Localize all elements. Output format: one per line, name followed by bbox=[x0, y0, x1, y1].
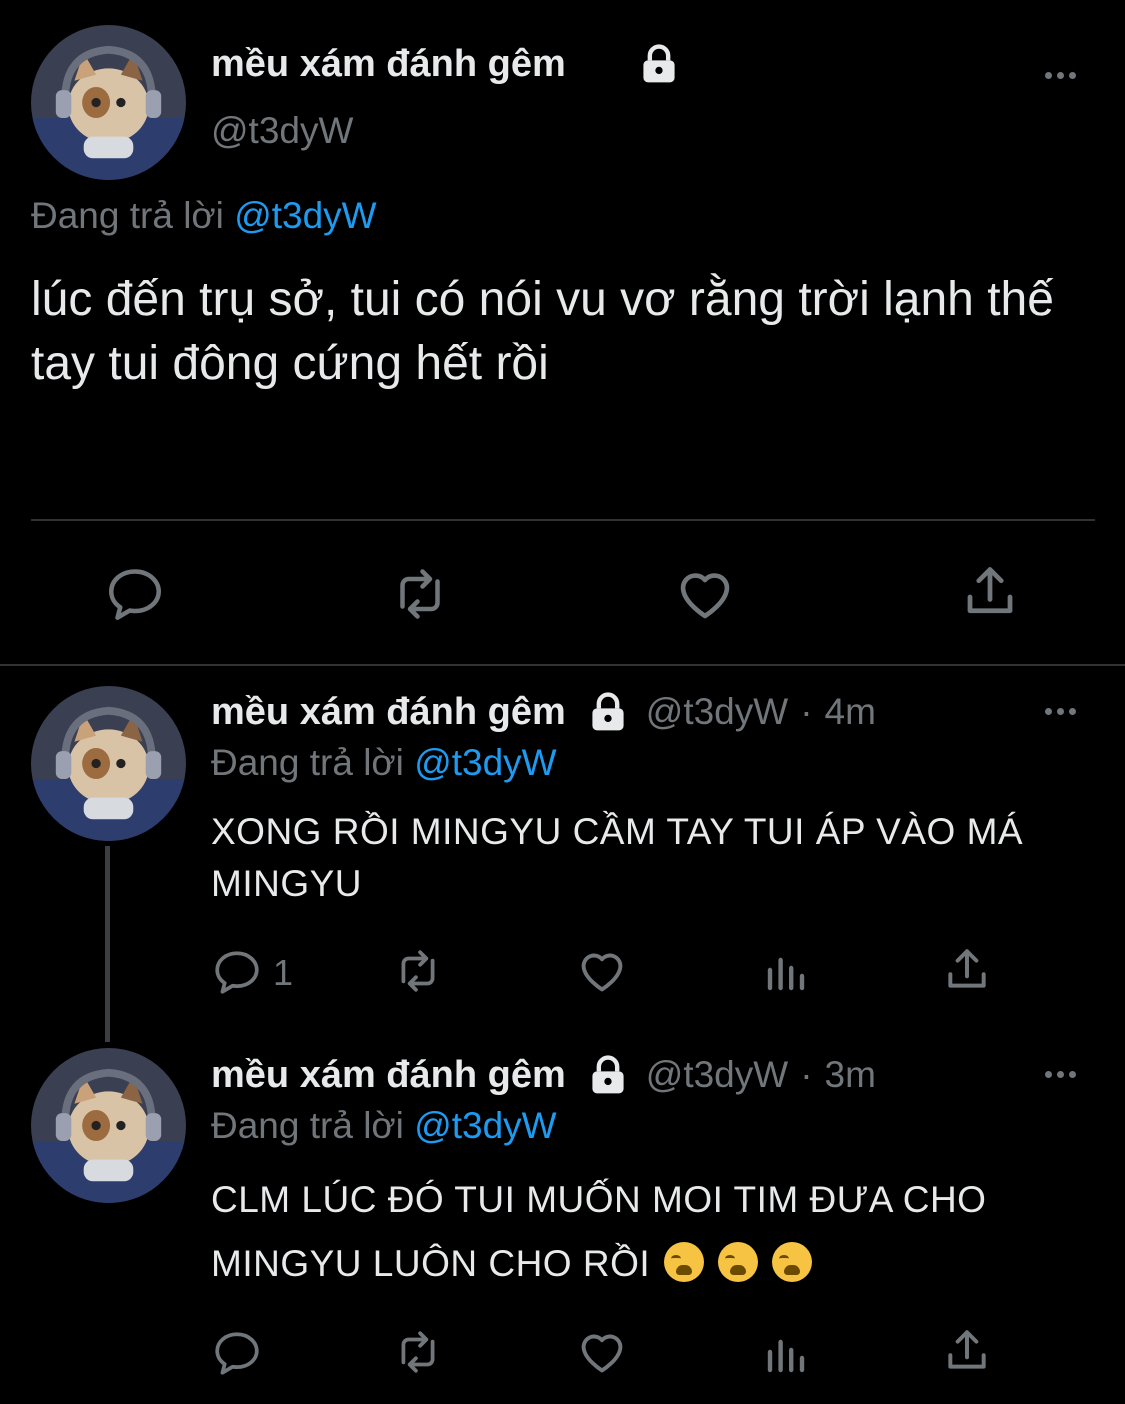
like-icon[interactable] bbox=[674, 563, 736, 625]
replying-label: Đang trả lời bbox=[31, 195, 224, 236]
replying-to-handle[interactable]: @t3dyW bbox=[414, 742, 556, 783]
avatar[interactable] bbox=[31, 25, 186, 180]
loudly-crying-emoji-icon bbox=[772, 1242, 813, 1282]
replying-label: Đang trả lời bbox=[211, 742, 404, 783]
lock-icon bbox=[586, 1053, 630, 1097]
share-icon[interactable] bbox=[942, 945, 992, 995]
retweet-icon[interactable] bbox=[391, 946, 445, 996]
more-icon[interactable] bbox=[1045, 708, 1076, 715]
lock-icon bbox=[586, 690, 630, 734]
separator: · bbox=[800, 1054, 813, 1095]
avatar[interactable] bbox=[31, 1048, 186, 1203]
handle[interactable]: @t3dyW bbox=[211, 110, 353, 152]
like-icon[interactable] bbox=[576, 945, 628, 997]
avatar[interactable] bbox=[31, 686, 186, 841]
display-name[interactable]: mều xám đánh gêm bbox=[211, 1054, 566, 1097]
replying-to-handle[interactable]: @t3dyW bbox=[414, 1105, 556, 1146]
loudly-crying-emoji-icon bbox=[718, 1242, 759, 1282]
tweet-text-content: CLM LÚC ĐÓ TUI MUỐN MOI TIM ĐƯA CHO MING… bbox=[211, 1179, 987, 1284]
section-divider bbox=[0, 664, 1125, 666]
separator: · bbox=[800, 691, 813, 732]
timestamp[interactable]: 4m bbox=[825, 691, 876, 733]
handle[interactable]: @t3dyW bbox=[646, 1054, 788, 1096]
reply-count: 1 bbox=[273, 952, 294, 993]
stats-icon[interactable] bbox=[762, 1330, 810, 1378]
replying-to: Đang trả lời @t3dyW bbox=[31, 195, 377, 237]
lock-icon bbox=[637, 42, 681, 86]
stats-icon[interactable] bbox=[762, 948, 810, 996]
reply-icon[interactable] bbox=[105, 564, 165, 624]
more-icon[interactable] bbox=[1045, 72, 1076, 79]
share-icon[interactable] bbox=[960, 562, 1020, 622]
replying-to: Đang trả lời @t3dyW bbox=[211, 1105, 557, 1147]
tweet-header: mều xám đánh gêm @t3dyW · 3m bbox=[211, 1053, 876, 1097]
loudly-crying-emoji-icon bbox=[664, 1242, 705, 1282]
timestamp[interactable]: 3m bbox=[825, 1054, 876, 1096]
handle[interactable]: @t3dyW bbox=[646, 691, 788, 733]
tweet-text: lúc đến trụ sở, tui có nói vu vơ rằng tr… bbox=[31, 273, 1054, 390]
share-icon[interactable] bbox=[942, 1326, 992, 1376]
reply-icon[interactable] bbox=[212, 947, 262, 997]
retweet-icon[interactable] bbox=[388, 564, 452, 624]
more-icon[interactable] bbox=[1045, 1071, 1076, 1078]
like-icon[interactable] bbox=[576, 1326, 628, 1378]
tweet-text: CLM LÚC ĐÓ TUI MUỐN MOI TIM ĐƯA CHO MING… bbox=[211, 1168, 1091, 1296]
replying-label: Đang trả lời bbox=[211, 1105, 404, 1146]
reply-icon[interactable] bbox=[212, 1328, 262, 1378]
tweet-header: mều xám đánh gêm @t3dyW · 4m bbox=[211, 690, 876, 734]
retweet-icon[interactable] bbox=[391, 1327, 445, 1377]
display-name[interactable]: mều xám đánh gêm bbox=[211, 691, 566, 734]
replying-to: Đang trả lời @t3dyW bbox=[211, 742, 557, 784]
tweet-text: XONG RỒI MINGYU CẦM TAY TUI ÁP VÀO MÁ MI… bbox=[211, 811, 1024, 904]
replying-to-handle[interactable]: @t3dyW bbox=[234, 195, 376, 236]
thread-line bbox=[105, 846, 110, 1042]
divider bbox=[31, 519, 1095, 521]
display-name[interactable]: mều xám đánh gêm bbox=[211, 43, 566, 86]
